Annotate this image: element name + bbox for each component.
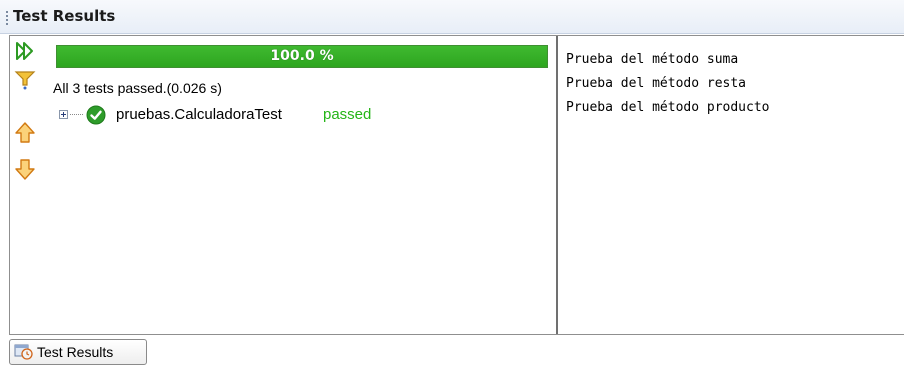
summary-text: All 3 tests passed.(0.026 s) [53, 80, 222, 96]
tree-connector [70, 114, 84, 115]
previous-failure-icon [15, 122, 35, 143]
filter-button[interactable] [12, 66, 38, 92]
drag-grip-icon[interactable] [6, 11, 8, 25]
panel-header[interactable]: Test Results [0, 0, 904, 34]
panel-title: Test Results [13, 7, 116, 25]
test-results-icon [14, 344, 33, 360]
output-line: Prueba del método resta [566, 76, 747, 91]
filter-icon [14, 71, 36, 90]
test-results-window: Test Results 100.0 % All 3 tests passed.… [0, 0, 904, 372]
test-results-tab[interactable]: Test Results [9, 339, 147, 365]
next-failure-button[interactable] [12, 156, 38, 182]
next-failure-icon [15, 159, 35, 180]
output-pane: Prueba del método suma Prueba del método… [566, 48, 770, 120]
test-suite-name: pruebas.CalculadoraTest [116, 106, 282, 123]
test-suite-row[interactable]: pruebas.CalculadoraTest passed [58, 103, 538, 127]
passed-check-icon [86, 105, 106, 125]
side-toolbar [10, 36, 50, 334]
output-line: Prueba del método producto [566, 100, 770, 115]
output-line: Prueba del método suma [566, 52, 739, 67]
rerun-button[interactable] [12, 38, 38, 64]
test-results-tab-label: Test Results [37, 344, 114, 360]
rerun-icon [16, 42, 33, 60]
split-divider[interactable] [556, 36, 558, 335]
progress-bar: 100.0 % [56, 45, 548, 68]
expand-icon[interactable] [59, 110, 68, 119]
bottom-tab-strip: Test Results [0, 335, 904, 372]
test-status: passed [323, 106, 372, 123]
progress-label: 100.0 % [270, 48, 334, 64]
previous-failure-button[interactable] [12, 120, 38, 146]
